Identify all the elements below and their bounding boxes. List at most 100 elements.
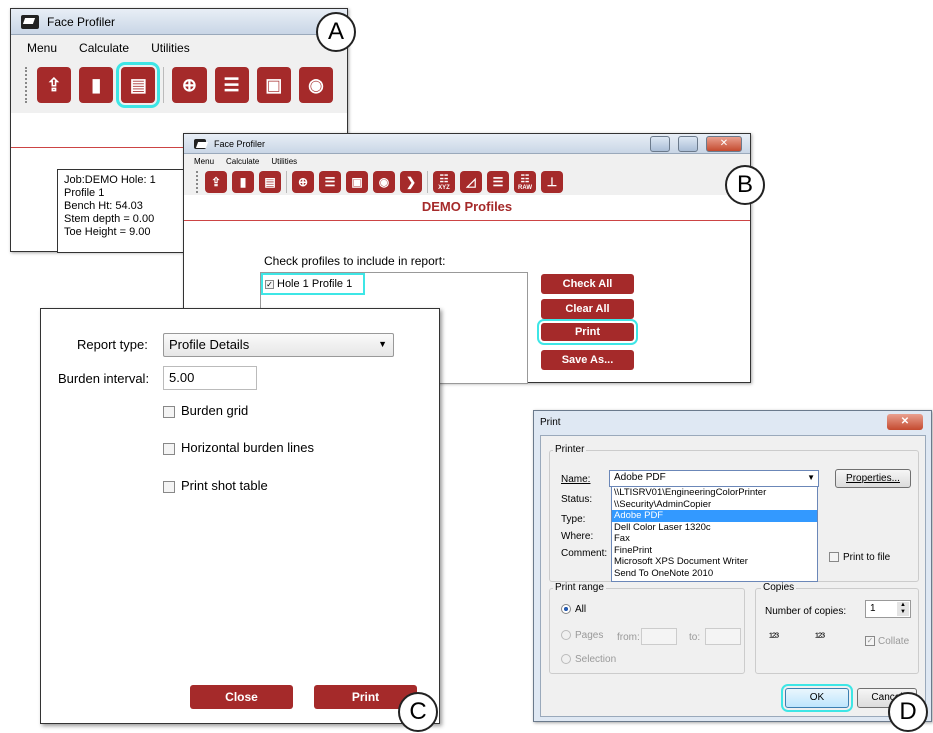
eye-icon: ◉ — [308, 74, 324, 95]
dropdown-option[interactable]: Send To OneNote 2010 — [612, 568, 817, 580]
printer-dropdown-list[interactable]: \\LTISRV01\EngineeringColorPrinter \\Sec… — [611, 486, 818, 582]
option-horizontal-burden-lines[interactable]: Horizontal burden lines — [163, 440, 314, 455]
report-button[interactable]: ▤ — [116, 62, 161, 108]
toolbar-grip[interactable] — [196, 171, 200, 193]
window-b-toolbar: ⇪ ▮ ▤ ⊕ ☰ ▣ ◉ ❯ ☷ XYZ ◿ ☰ ☷ RAW ⊥ — [184, 169, 750, 195]
radio-icon — [561, 630, 571, 641]
dropdown-option[interactable]: Fax — [612, 533, 817, 545]
crosshair-button[interactable]: ⊕ — [292, 171, 314, 193]
list-button[interactable]: ☰ — [214, 67, 249, 103]
raw-button[interactable]: ☷ RAW — [514, 171, 536, 193]
printer-name-select[interactable]: Adobe PDF ▼ — [609, 470, 819, 487]
properties-button[interactable]: Properties... — [835, 469, 911, 488]
menu-utilities[interactable]: Utilities — [271, 157, 297, 166]
report-type-select[interactable]: Profile Details ▼ — [163, 333, 394, 357]
menu-menu[interactable]: Menu — [194, 157, 214, 166]
horizontal-burden-lines-label: Horizontal burden lines — [181, 440, 314, 455]
burden-grid-checkbox[interactable] — [163, 405, 175, 418]
selection-radio[interactable]: Selection — [561, 654, 616, 665]
upload-button[interactable]: ⇪ — [205, 171, 227, 193]
option-burden-grid[interactable]: Burden grid — [163, 403, 248, 418]
horizontal-burden-lines-checkbox[interactable] — [163, 442, 175, 455]
spinner-icon[interactable]: ▲ ▼ — [897, 602, 909, 616]
window-c: Report type: Profile Details ▼ Burden in… — [40, 308, 440, 724]
all-radio[interactable]: All — [561, 604, 586, 615]
xyz-label: XYZ — [438, 184, 450, 191]
window-a-toolbar: ⇪ ▮ ▤ ⊕ ☰ ▣ ◉ — [11, 61, 347, 113]
menu-utilities[interactable]: Utilities — [151, 41, 190, 55]
print-to-file-option[interactable]: Print to file — [829, 552, 890, 563]
to-input[interactable] — [705, 628, 741, 645]
info-line: Stem depth = 0.00 — [64, 213, 155, 225]
ok-button[interactable]: OK — [781, 684, 853, 712]
list-button[interactable]: ☰ — [319, 171, 341, 193]
copies-label: Copies — [761, 582, 797, 593]
rows-icon: ☰ — [492, 175, 504, 189]
page-title: DEMO Profiles — [184, 195, 750, 221]
save-as-button[interactable]: Save As... — [541, 350, 634, 370]
dropdown-option[interactable]: FinePrint — [612, 545, 817, 557]
selection-label: Selection — [575, 654, 617, 665]
close-button[interactable]: Close — [190, 685, 293, 709]
printer-group-label: Printer — [553, 444, 587, 455]
window-a-title: Face Profiler — [47, 14, 116, 29]
pages-radio[interactable]: Pages — [561, 630, 603, 641]
dropdown-option[interactable]: \\Security\AdminCopier — [612, 499, 817, 511]
upload-button[interactable]: ⇪ — [36, 67, 72, 103]
eye-button[interactable]: ◉ — [298, 67, 334, 103]
minimize-button[interactable] — [650, 135, 670, 152]
clipboard-icon: ▤ — [129, 74, 147, 95]
window-a-menubar: Menu Calculate Utilities — [11, 35, 347, 61]
number-of-copies-label: Number of copies: — [765, 606, 847, 617]
crosshair-button[interactable]: ⊕ — [172, 67, 207, 103]
collate-checkbox[interactable]: ✓ — [865, 636, 875, 647]
check-all-button[interactable]: Check All — [541, 274, 634, 294]
from-label: from: — [617, 632, 640, 643]
frame-button[interactable]: ▣ — [256, 67, 291, 103]
copies-input[interactable]: 1 ▲ ▼ — [865, 600, 911, 618]
collate-option[interactable]: ✓ Collate — [865, 636, 909, 647]
menu-calculate[interactable]: Calculate — [79, 41, 129, 55]
report-button[interactable]: ▤ — [259, 171, 281, 193]
window-a-titlebar: Face Profiler — [11, 9, 347, 35]
window-b-title: Face Profiler — [214, 138, 266, 149]
maximize-button[interactable] — [678, 135, 698, 152]
delete-button[interactable]: ▮ — [79, 67, 114, 103]
close-window-button[interactable]: ✕ — [706, 135, 742, 152]
eye-button[interactable]: ◉ — [373, 171, 395, 193]
print-to-file-checkbox[interactable] — [829, 552, 839, 563]
from-input[interactable] — [641, 628, 677, 645]
delete-button[interactable]: ▮ — [232, 171, 254, 193]
list-item[interactable]: ✓ Hole 1 Profile 1 — [261, 273, 365, 295]
status-label: Status: — [561, 494, 593, 505]
clear-all-button[interactable]: Clear All — [541, 299, 634, 319]
print-button[interactable]: Print — [537, 319, 638, 345]
copies-value: 1 — [870, 603, 876, 614]
dropdown-option-selected[interactable]: Adobe PDF — [612, 510, 817, 522]
menu-calculate[interactable]: Calculate — [226, 157, 259, 166]
dropdown-option[interactable]: \\LTISRV01\EngineeringColorPrinter — [612, 487, 817, 499]
chevron-down-icon: ▼ — [378, 339, 387, 349]
menu-menu[interactable]: Menu — [27, 41, 57, 55]
axis-button[interactable]: ⊥ — [541, 171, 563, 193]
print-to-file-label: Print to file — [843, 552, 891, 563]
arrow-icon: ❯ — [405, 175, 417, 189]
toolbar-grip[interactable] — [25, 67, 29, 103]
print-shot-table-checkbox[interactable] — [163, 480, 175, 493]
triangle-button[interactable]: ◿ — [460, 171, 482, 193]
close-icon[interactable]: ✕ — [887, 414, 923, 430]
xyz-button[interactable]: ☷ XYZ — [433, 171, 455, 193]
rows-button[interactable]: ☰ — [487, 171, 509, 193]
burden-interval-input[interactable]: 5.00 — [163, 366, 257, 390]
dropdown-option[interactable]: Microsoft XPS Document Writer — [612, 556, 817, 568]
option-print-shot-table[interactable]: Print shot table — [163, 478, 268, 493]
where-label: Where: — [561, 531, 594, 542]
list-icon: ☰ — [324, 175, 336, 189]
dropdown-option[interactable]: Dell Color Laser 1320c — [612, 522, 817, 534]
radio-icon — [561, 654, 571, 665]
toolbar-separator — [286, 171, 287, 193]
profile-checkbox[interactable]: ✓ — [265, 279, 274, 289]
arrow-button[interactable]: ❯ — [400, 171, 422, 193]
info-line: Job:DEMO Hole: 1 — [64, 174, 156, 186]
frame-button[interactable]: ▣ — [346, 171, 368, 193]
